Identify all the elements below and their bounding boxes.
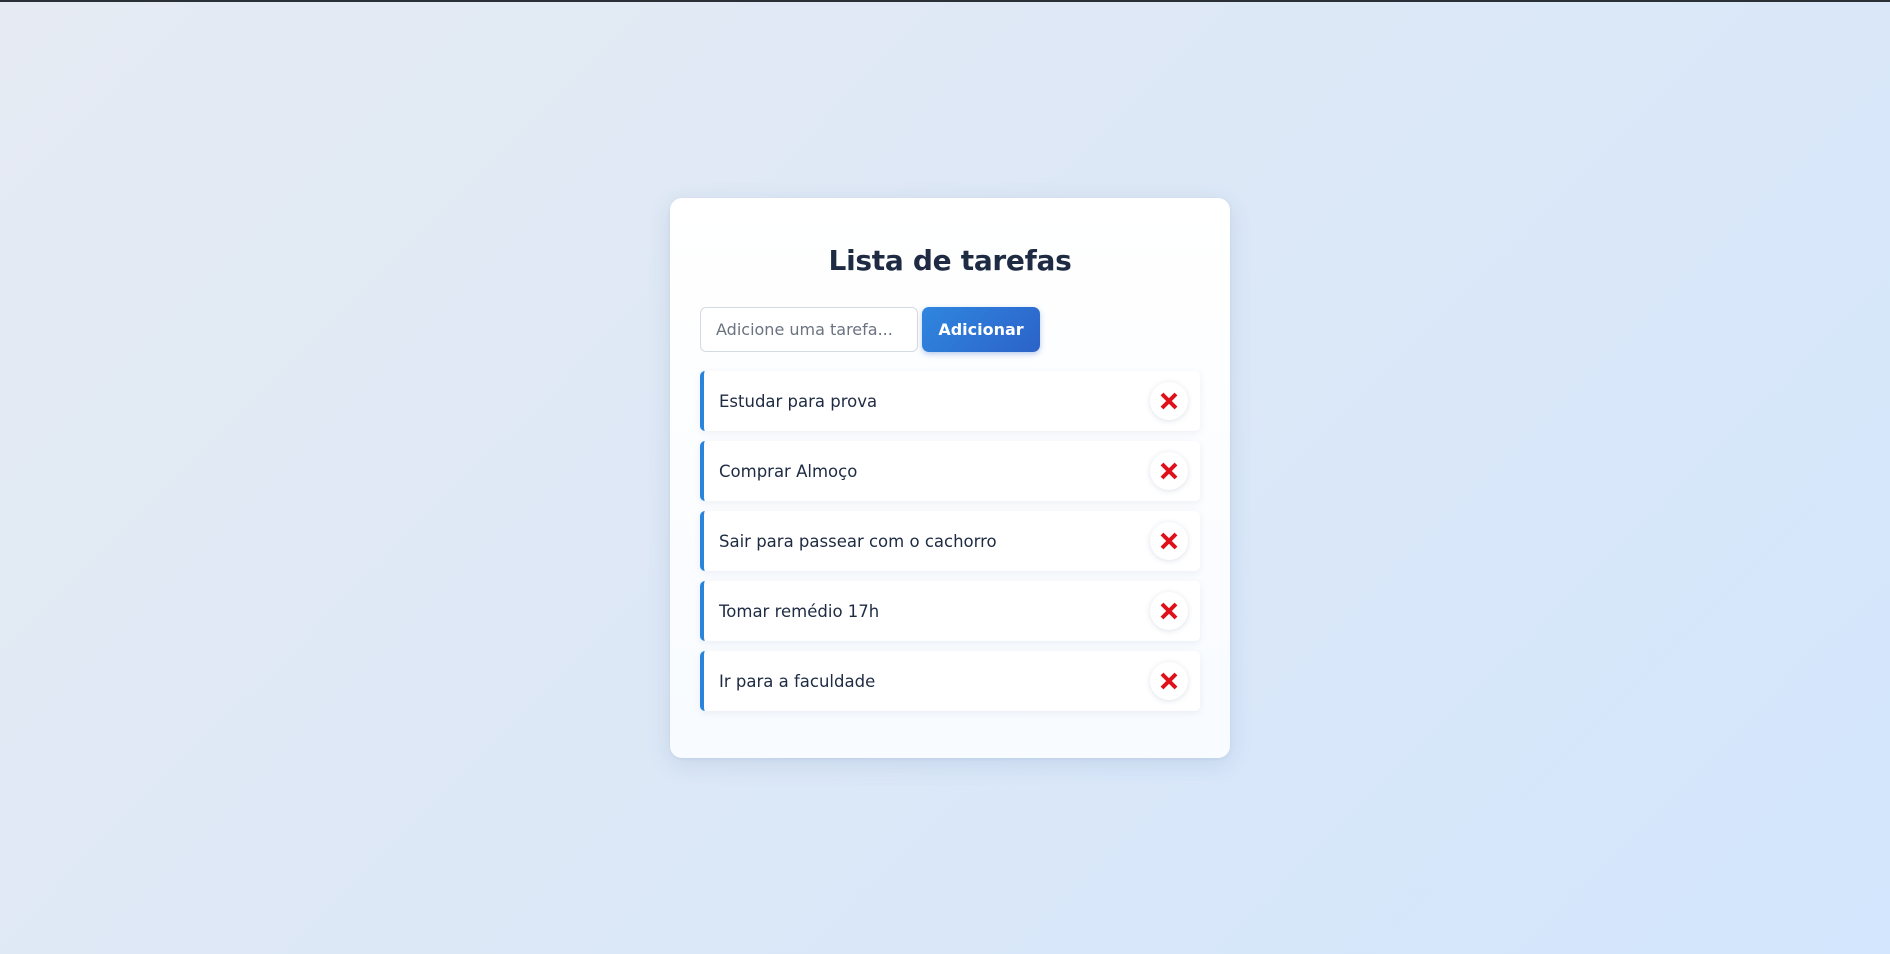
add-task-form: Adicionar — [700, 307, 1040, 352]
task-text: Sair para passear com o cachorro — [719, 531, 997, 551]
close-icon — [1160, 462, 1178, 480]
task-item: Comprar Almoço — [700, 441, 1200, 501]
task-input[interactable] — [700, 307, 918, 352]
delete-task-button[interactable] — [1150, 662, 1188, 700]
page-title: Lista de tarefas — [828, 244, 1072, 277]
task-item: Tomar remédio 17h — [700, 581, 1200, 641]
delete-task-button[interactable] — [1150, 452, 1188, 490]
close-icon — [1160, 532, 1178, 550]
task-item: Ir para a faculdade — [700, 651, 1200, 711]
todo-card: Lista de tarefas Adicionar Estudar para … — [670, 198, 1230, 758]
task-item: Estudar para prova — [700, 371, 1200, 431]
task-text: Estudar para prova — [719, 391, 878, 411]
close-icon — [1160, 672, 1178, 690]
close-icon — [1160, 602, 1178, 620]
delete-task-button[interactable] — [1150, 522, 1188, 560]
add-task-button[interactable]: Adicionar — [922, 307, 1040, 352]
task-text: Ir para a faculdade — [719, 671, 876, 691]
task-item: Sair para passear com o cachorro — [700, 511, 1200, 571]
task-list: Estudar para prova Comprar Almoço Sair p… — [700, 371, 1200, 721]
delete-task-button[interactable] — [1150, 592, 1188, 630]
window-top-border — [0, 0, 1890, 2]
close-icon — [1160, 392, 1178, 410]
delete-task-button[interactable] — [1150, 382, 1188, 420]
task-text: Tomar remédio 17h — [719, 601, 880, 621]
task-text: Comprar Almoço — [719, 461, 858, 481]
